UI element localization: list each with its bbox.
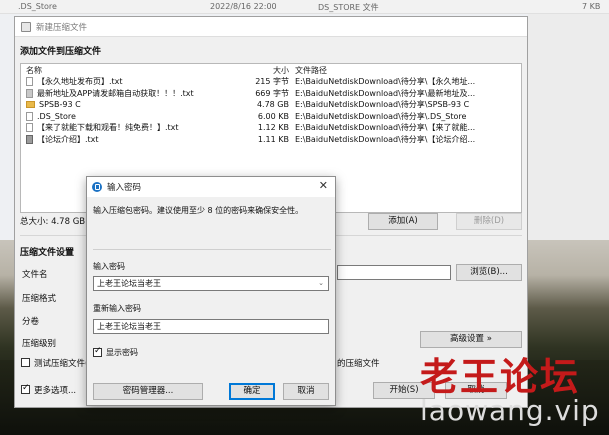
file-name-cell: .DS_Store (21, 111, 221, 121)
password-dialog-title: 输入密码 (107, 183, 142, 193)
stack-file-icon (26, 134, 33, 144)
file-row[interactable]: 【永久地址发布页】.txt 215 字节 E:\BaiduNetdiskDownlo… (21, 76, 521, 88)
add-files-section-label: 添加文件到压缩文件 (20, 47, 102, 57)
column-header-path[interactable]: 文件路径 (289, 65, 521, 76)
delete-button[interactable]: 删除(D) (456, 213, 522, 230)
desktop-file-size: 7 KB (582, 2, 601, 11)
column-header-size[interactable]: 大小 (221, 65, 289, 76)
archive-settings-section-label: 压缩文件设置 (20, 248, 75, 258)
ok-button[interactable]: 确定 (229, 383, 275, 400)
file-name-cell: SPSB-93 C (21, 100, 221, 109)
file-name-cell: 【来了就能下载和观看！纯免费！】.txt (21, 122, 221, 133)
file-row[interactable]: 【来了就能下载和观看！纯免费！】.txt 1.12 KB E:\BaiduNetdi… (21, 122, 521, 134)
file-path: E:\BaiduNetdiskDownload\待分享\【论坛介绍... (295, 134, 476, 144)
folder-icon (26, 101, 35, 109)
test-archive-label: 测试压缩文件( (34, 359, 89, 369)
column-header-name[interactable]: 名称 (21, 65, 221, 76)
text-file-icon (26, 77, 33, 87)
total-size: 总大小: 4.78 GB (20, 217, 86, 227)
password-hint: 输入压缩包密码。建议使用至少 8 位的密码来确保安全性。 (93, 206, 304, 215)
compression-level-label: 压缩级别 (22, 339, 57, 349)
password-manager-button[interactable]: 密码管理器... (93, 383, 203, 400)
password-dialog-divider (93, 249, 331, 250)
file-name-cell: 【论坛介绍】.txt (21, 134, 221, 145)
more-options-checkbox[interactable] (21, 383, 30, 394)
dialog-title: 新建压缩文件 (36, 22, 88, 33)
text-file-icon (26, 111, 33, 121)
password-cancel-button[interactable]: 取消 (283, 383, 329, 400)
file-name: 【永久地址发布页】.txt (37, 77, 123, 87)
enter-password-label: 输入密码 (93, 262, 125, 271)
file-size: 6.00 KB (257, 111, 289, 121)
enter-password-input[interactable]: 上老王论坛当老王 ⌄ (93, 276, 329, 291)
format-label: 压缩格式 (22, 294, 57, 304)
watermark-chinese: 老王论坛 (420, 354, 581, 399)
enter-password-value: 上老王论坛当老王 (97, 279, 161, 288)
file-size: 669 字节 (255, 88, 289, 98)
file-name: 【来了就能下载和观看！纯免费！】.txt (37, 123, 179, 133)
watermark-url: laowang.vip (420, 394, 600, 427)
file-name: 最新地址及APP请发邮箱自动获取！！！.txt (37, 88, 194, 98)
add-button[interactable]: 添加(A) (368, 213, 438, 230)
delete-after-label: 的压缩文件 (337, 359, 380, 369)
text-file-icon (26, 123, 33, 133)
file-row[interactable]: 【论坛介绍】.txt 1.11 KB E:\BaiduNetdiskDownload… (21, 134, 521, 146)
more-options-label: 更多选项... (34, 386, 77, 396)
desktop-file-row: .DS_Store 2022/8/16 22:00 DS_STORE 文件 7 … (0, 0, 609, 14)
file-name-cell: 【永久地址发布页】.txt (21, 76, 221, 87)
file-path: E:\BaiduNetdiskDownload\待分享\【来了就能... (295, 123, 476, 133)
file-name-cell: 最新地址及APP请发邮箱自动获取！！！.txt (21, 88, 221, 99)
file-row[interactable]: .DS_Store 6.00 KB E:\BaiduNetdiskDownload\… (21, 111, 521, 123)
file-size: 1.12 KB (257, 123, 289, 133)
file-path: E:\BaiduNetdiskDownload\待分享\最新地址及... (295, 88, 476, 98)
file-row[interactable]: SPSB-93 C 4.78 GB E:\BaiduNetdiskDownload\… (21, 99, 521, 111)
split-label: 分卷 (22, 317, 40, 327)
desktop-file-name: .DS_Store (18, 2, 57, 11)
archive-app-icon (21, 21, 31, 32)
file-size: 1.11 KB (257, 134, 289, 144)
reenter-password-input[interactable]: 上老王论坛当老王 (93, 319, 329, 334)
test-archive-checkbox[interactable] (21, 358, 30, 367)
dialog-titlebar[interactable]: 新建压缩文件 (15, 17, 527, 37)
chevron-down-icon[interactable]: ⌄ (318, 277, 324, 290)
show-password-checkbox[interactable] (93, 346, 102, 357)
filename-input[interactable] (337, 265, 451, 280)
file-size: 215 字节 (255, 77, 289, 87)
file-path: E:\BaiduNetdiskDownload\待分享\.DS_Store (295, 111, 467, 121)
file-list-header: 名称 大小 文件路径 (21, 64, 521, 76)
file-path: E:\BaiduNetdiskDownload\待分享\【永久地址... (295, 77, 476, 87)
file-row[interactable]: 最新地址及APP请发邮箱自动获取！！！.txt 669 字节 E:\BaiduNet… (21, 88, 521, 100)
password-dialog: 输入密码 ✕ 输入压缩包密码。建议使用至少 8 位的密码来确保安全性。 输入密码… (86, 176, 336, 406)
desktop-file-date: 2022/8/16 22:00 (210, 2, 277, 11)
file-size: 4.78 GB (256, 100, 289, 110)
lock-icon (92, 182, 102, 192)
reenter-password-label: 重新输入密码 (93, 304, 141, 313)
file-name: 【论坛介绍】.txt (37, 134, 99, 144)
desktop-file-type: DS_STORE 文件 (318, 3, 379, 12)
file-name: SPSB-93 C (39, 100, 81, 110)
close-icon[interactable]: ✕ (319, 179, 328, 192)
browse-button[interactable]: 浏览(B)... (456, 264, 522, 281)
image-file-icon (26, 88, 33, 98)
file-path: E:\BaiduNetdiskDownload\待分享\SPSB-93 C (295, 100, 470, 110)
file-name: .DS_Store (37, 111, 76, 121)
file-list-rows: 【永久地址发布页】.txt 215 字节 E:\BaiduNetdiskDownlo… (21, 76, 521, 145)
show-password-label: 显示密码 (106, 348, 138, 357)
filename-label: 文件名 (22, 270, 48, 280)
reenter-password-value: 上老王论坛当老王 (97, 322, 161, 331)
desktop-background-right (528, 14, 609, 240)
password-dialog-titlebar[interactable]: 输入密码 ✕ (87, 177, 335, 197)
